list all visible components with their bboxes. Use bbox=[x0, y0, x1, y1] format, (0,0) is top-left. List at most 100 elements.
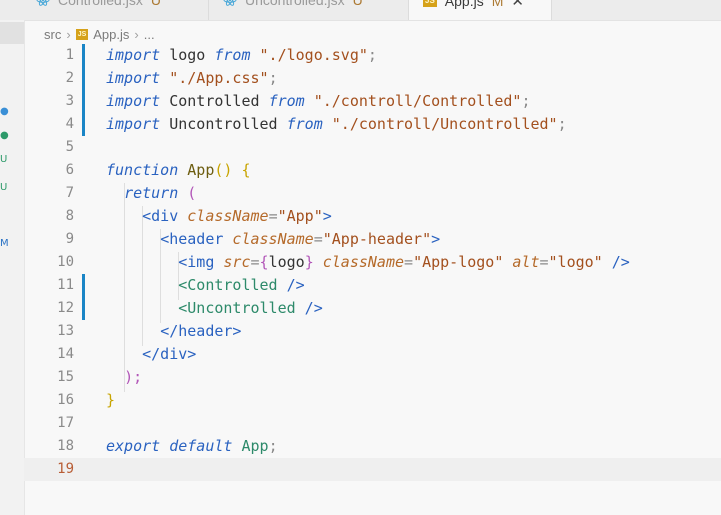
activity-marker: M bbox=[0, 238, 9, 249]
code-text: <header className="App-header"> bbox=[106, 228, 440, 251]
code-token: } bbox=[106, 391, 116, 409]
code-line[interactable]: 12 <Uncontrolled /> bbox=[24, 297, 721, 320]
code-token: ; bbox=[521, 92, 531, 110]
code-line[interactable]: 3 import Controlled from "./controll/Cont… bbox=[24, 90, 721, 113]
code-line[interactable]: 11 <Controlled /> bbox=[24, 274, 721, 297]
code-token: <div bbox=[142, 207, 179, 225]
line-number: 15 bbox=[57, 369, 74, 385]
code-text: <Uncontrolled /> bbox=[106, 297, 323, 320]
code-token: "./controll/Controlled" bbox=[304, 92, 522, 110]
code-line[interactable]: 6 function App() { bbox=[24, 159, 721, 182]
code-token: default bbox=[169, 437, 233, 455]
code-token: = bbox=[404, 253, 414, 271]
code-token: = bbox=[268, 207, 278, 225]
react-icon bbox=[36, 0, 50, 6]
code-line[interactable]: 9 <header className="App-header"> bbox=[24, 228, 721, 251]
breadcrumb-file[interactable]: App.js bbox=[93, 27, 129, 42]
code-token: from bbox=[286, 115, 323, 133]
code-token: from bbox=[268, 92, 305, 110]
code-line[interactable]: 17 bbox=[24, 412, 721, 435]
code-line[interactable]: 1 import logo from "./logo.svg"; bbox=[24, 44, 721, 67]
line-number: 4 bbox=[65, 116, 74, 132]
activity-marker: U bbox=[0, 182, 8, 193]
code-text: import Controlled from "./controll/Contr… bbox=[106, 90, 530, 113]
modified-gutter-marker[interactable] bbox=[82, 113, 85, 136]
code-token: <header bbox=[160, 230, 224, 248]
code-line[interactable]: 10 <img src={logo} className="App-logo" … bbox=[24, 251, 721, 274]
tab-modified-badge: U bbox=[352, 0, 363, 8]
code-text: import "./App.css"; bbox=[106, 67, 278, 90]
code-line[interactable]: 14 </div> bbox=[24, 343, 721, 366]
modified-gutter-marker[interactable] bbox=[82, 274, 85, 297]
code-line[interactable]: 8 <div className="App"> bbox=[24, 205, 721, 228]
code-token: "./controll/Uncontrolled" bbox=[322, 115, 558, 133]
code-token: () bbox=[214, 161, 233, 179]
code-text: export default App; bbox=[106, 435, 278, 458]
code-token: /> bbox=[602, 253, 630, 271]
breadcrumb-more[interactable]: ... bbox=[144, 27, 155, 42]
code-token: ; bbox=[557, 115, 567, 133]
tab-label: App.js bbox=[444, 0, 484, 9]
modified-gutter-marker[interactable] bbox=[82, 90, 85, 113]
activity-selected-item[interactable] bbox=[0, 22, 24, 44]
tab-modified-badge: M bbox=[491, 0, 504, 9]
line-number: 7 bbox=[65, 185, 74, 201]
code-token: } bbox=[304, 253, 314, 271]
code-text: function App() { bbox=[106, 159, 251, 182]
tab-app-js[interactable]: JS App.js M ✕ bbox=[409, 0, 552, 20]
code-text: ); bbox=[106, 366, 142, 389]
code-token: className bbox=[313, 253, 405, 271]
js-file-icon: JS bbox=[423, 0, 437, 7]
modified-gutter-marker[interactable] bbox=[82, 297, 85, 320]
tab-controlled[interactable]: Controlled.jsx U bbox=[0, 0, 209, 20]
code-token: src bbox=[214, 253, 251, 271]
line-number: 17 bbox=[57, 415, 74, 431]
code-line[interactable]: 4 import Uncontrolled from "./controll/Un… bbox=[24, 113, 721, 136]
activity-marker-dot: ● bbox=[0, 130, 9, 141]
code-token: "App-header" bbox=[322, 230, 432, 248]
tab-label: Controlled.jsx bbox=[58, 0, 143, 8]
breadcrumb: src › JS App.js › ... bbox=[44, 24, 155, 44]
breadcrumb-folder[interactable]: src bbox=[44, 27, 61, 42]
code-token: from bbox=[214, 46, 251, 64]
code-token: "./logo.svg" bbox=[250, 46, 368, 64]
code-token: "logo" bbox=[548, 253, 603, 271]
code-token: alt bbox=[503, 253, 540, 271]
line-number: 19 bbox=[57, 461, 74, 477]
line-number: 13 bbox=[57, 323, 74, 339]
code-token: logo bbox=[160, 46, 215, 64]
line-number: 2 bbox=[65, 70, 74, 86]
modified-gutter-marker[interactable] bbox=[82, 44, 85, 67]
editor-tab-bar: Controlled.jsx U Uncontrolled.jsx U JS A… bbox=[0, 0, 721, 21]
close-icon[interactable]: ✕ bbox=[511, 0, 524, 10]
code-line[interactable]: 2 import "./App.css"; bbox=[24, 67, 721, 90]
code-token: "./App.css" bbox=[160, 69, 269, 87]
code-token: logo bbox=[268, 253, 305, 271]
activity-marker: U bbox=[0, 154, 8, 165]
code-token: <Controlled bbox=[178, 276, 278, 294]
code-text: import logo from "./logo.svg"; bbox=[106, 44, 377, 67]
code-token: App bbox=[178, 161, 215, 179]
code-line[interactable]: 7 return ( bbox=[24, 182, 721, 205]
code-line[interactable]: 15 ); bbox=[24, 366, 721, 389]
line-number: 10 bbox=[57, 254, 74, 270]
code-line[interactable]: 19 bbox=[24, 458, 721, 481]
code-token: > bbox=[431, 230, 441, 248]
code-editor[interactable]: 1 import logo from "./logo.svg"; 2 import "… bbox=[24, 44, 721, 515]
modified-gutter-marker[interactable] bbox=[82, 67, 85, 90]
line-number: 14 bbox=[57, 346, 74, 362]
code-token: import bbox=[106, 115, 161, 133]
code-line[interactable]: 5 bbox=[24, 136, 721, 159]
code-text: import Uncontrolled from "./controll/Unc… bbox=[106, 113, 567, 136]
code-text: } bbox=[106, 389, 115, 412]
code-line[interactable]: 13 </header> bbox=[24, 320, 721, 343]
code-line[interactable]: 16} bbox=[24, 389, 721, 412]
code-token: = bbox=[313, 230, 323, 248]
code-token: /> bbox=[277, 276, 305, 294]
tab-uncontrolled[interactable]: Uncontrolled.jsx U bbox=[209, 0, 409, 20]
code-line[interactable]: 18 export default App; bbox=[24, 435, 721, 458]
